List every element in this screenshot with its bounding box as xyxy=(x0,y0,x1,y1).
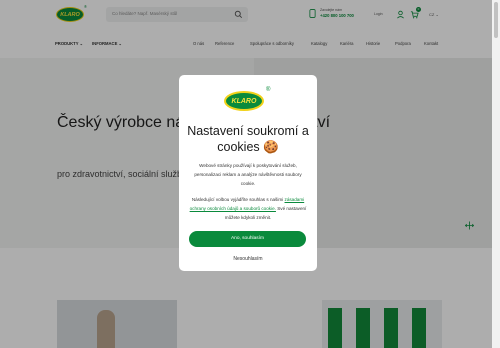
cookie-dialog-consent-text: Následující volbou vyjádříte souhlas s n… xyxy=(189,195,307,222)
logo-registered-mark: ® xyxy=(266,87,271,93)
accept-cookies-button[interactable]: Ano, souhlasím xyxy=(189,231,306,247)
modal-logo-text: KLARO xyxy=(231,97,257,105)
reject-cookies-button[interactable]: Nesouhlasím xyxy=(179,256,317,262)
consent-text-intro: Následující volbou vyjádříte souhlas s n… xyxy=(191,197,284,202)
page-scrollbar[interactable] xyxy=(492,0,500,348)
klaro-logo: KLARO xyxy=(224,91,264,111)
scrollbar-thumb[interactable] xyxy=(494,2,498,38)
cookie-dialog-title: Nastavení soukromí a cookies 🍪 xyxy=(187,124,309,154)
cookie-consent-dialog: KLARO ® Nastavení soukromí a cookies 🍪 W… xyxy=(179,75,317,271)
cookie-dialog-description: Webové stránky používají k poskytování s… xyxy=(194,163,302,186)
